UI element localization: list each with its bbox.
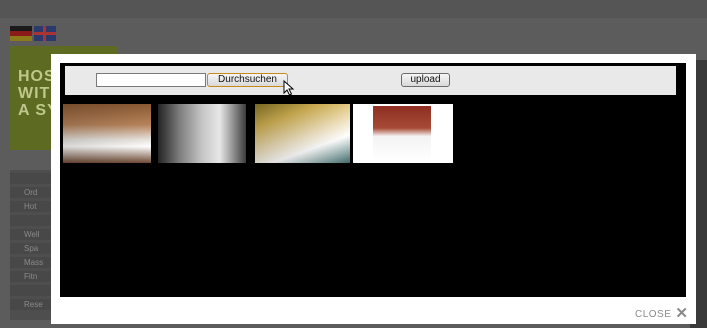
sidebar-item: Fitn (10, 271, 54, 282)
image-upload-modal: Durchsuchen upload CLOSE ✕ (51, 54, 696, 324)
language-flags (10, 26, 56, 42)
sidebar-item: Mass (10, 257, 54, 268)
german-flag-icon (10, 26, 32, 41)
upload-button[interactable]: upload (401, 73, 450, 87)
lounge-thumbnail[interactable] (158, 104, 246, 163)
bathroom-thumbnail[interactable] (63, 104, 151, 163)
browse-button[interactable]: Durchsuchen (207, 73, 288, 87)
sidebar-item: Hot (10, 201, 54, 212)
sidebar-item: Spa (10, 243, 54, 254)
uk-flag-icon (34, 26, 56, 41)
upload-toolbar: Durchsuchen upload (65, 66, 676, 96)
bedroom-image (373, 106, 431, 161)
hotel-room-thumbnail[interactable] (255, 104, 350, 163)
sidebar-item: Rese (10, 299, 54, 310)
sidebar-item: Ord (10, 187, 54, 198)
bedroom-thumbnail[interactable] (353, 104, 453, 163)
background-topbar (0, 0, 707, 18)
close-button[interactable]: CLOSE ✕ (635, 305, 689, 322)
background-sidebar: Ord Hot Well Spa Mass Fitn Rese (10, 170, 54, 320)
gallery-panel: Durchsuchen upload (60, 63, 686, 297)
sidebar-item (10, 285, 54, 296)
sidebar-item (10, 215, 54, 226)
file-path-input[interactable] (96, 73, 206, 87)
mouse-cursor-icon (283, 80, 295, 96)
close-label: CLOSE (635, 308, 672, 320)
sidebar-item (10, 173, 54, 184)
close-icon: ✕ (675, 305, 689, 322)
sidebar-item: Well (10, 229, 54, 240)
